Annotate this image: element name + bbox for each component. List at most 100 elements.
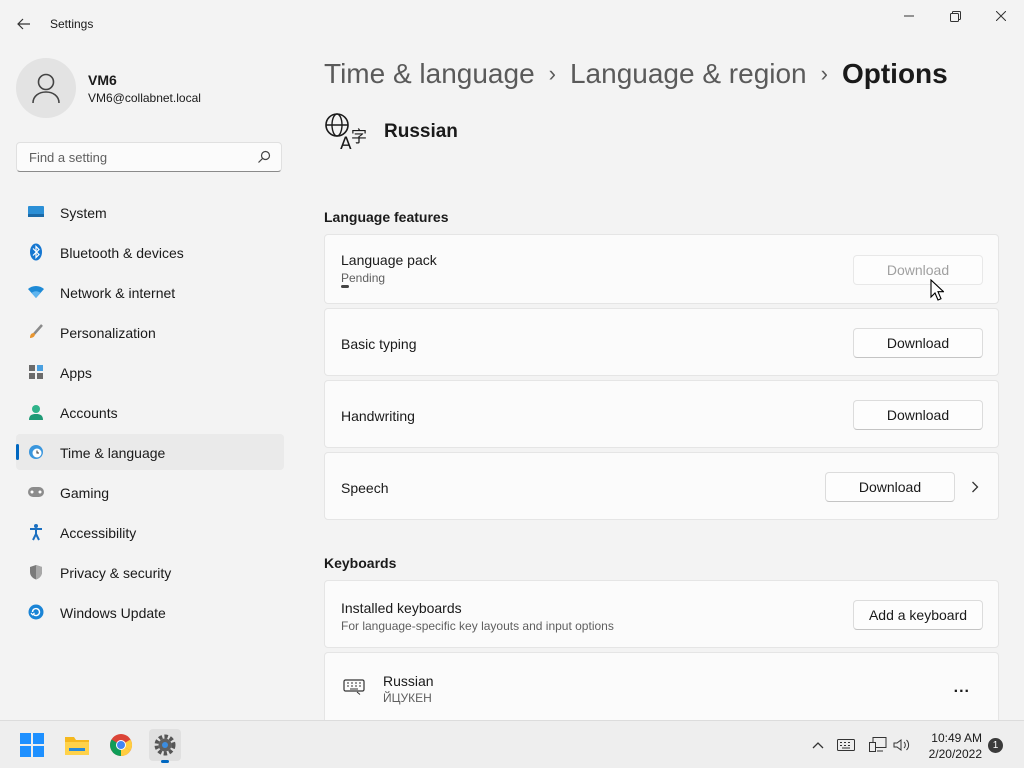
language-icon: A 字 — [325, 113, 366, 152]
chevron-right-icon[interactable] — [965, 477, 985, 497]
sidebar-item-network[interactable]: Network & internet — [16, 274, 284, 310]
sidebar-item-windows-update[interactable]: Windows Update — [16, 594, 284, 630]
feature-title: Handwriting — [341, 408, 415, 424]
keyboard-name: Russian — [383, 673, 434, 689]
add-keyboard-button[interactable]: Add a keyboard — [853, 600, 983, 630]
sidebar-item-system[interactable]: System — [16, 194, 284, 230]
person-icon — [32, 73, 60, 104]
sidebar-item-bluetooth[interactable]: Bluetooth & devices — [16, 234, 284, 270]
chevron-right-icon: › — [548, 61, 556, 86]
feature-card-language-pack: Language pack Pending Download — [324, 234, 999, 304]
settings-taskbar-button[interactable] — [149, 729, 181, 763]
search-icon — [257, 150, 271, 169]
feature-title: Language pack — [341, 252, 437, 268]
language-pack-download-button[interactable]: Download — [853, 255, 983, 285]
close-button[interactable] — [978, 0, 1024, 32]
wifi-icon — [27, 284, 45, 300]
mouse-cursor-icon — [930, 278, 945, 306]
language-name: Russian — [384, 121, 458, 142]
clock-time: 10:49 AM — [931, 731, 982, 745]
breadcrumb-time-language[interactable]: Time & language — [324, 58, 535, 90]
network-icon — [869, 737, 887, 752]
restore-button[interactable] — [932, 0, 978, 32]
sidebar-item-apps[interactable]: Apps — [16, 354, 284, 390]
sidebar-item-gaming[interactable]: Gaming — [16, 474, 284, 510]
keyboard-layout: ЙЦУКЕН — [383, 691, 432, 705]
sidebar-item-label: Network & internet — [60, 285, 176, 301]
minimize-icon — [904, 15, 914, 17]
sidebar-item-label: Personalization — [60, 325, 156, 341]
start-icon — [20, 733, 44, 757]
active-indicator — [16, 444, 19, 460]
settings-icon — [154, 734, 176, 756]
handwriting-download-button[interactable]: Download — [853, 400, 983, 430]
start-button[interactable] — [16, 729, 48, 761]
sidebar-item-label: Time & language — [60, 445, 166, 461]
system-clock[interactable]: 10:49 AM 2/20/2022 — [918, 730, 982, 762]
clock-globe-icon — [27, 444, 45, 460]
feature-card-handwriting: Handwriting Download — [324, 380, 999, 448]
back-button[interactable] — [14, 14, 34, 34]
sidebar-item-label: Windows Update — [60, 605, 166, 621]
more-options-button[interactable]: ... — [954, 679, 970, 697]
search-box[interactable] — [16, 142, 282, 172]
brush-icon — [27, 324, 45, 340]
svg-text:字: 字 — [351, 127, 366, 146]
breadcrumb-language-region[interactable]: Language & region — [570, 58, 807, 90]
avatar — [16, 58, 76, 118]
speech-download-button[interactable]: Download — [825, 472, 955, 502]
sidebar-item-label: Gaming — [60, 485, 110, 501]
chrome-button[interactable] — [105, 729, 137, 761]
notification-badge[interactable]: 1 — [988, 738, 1003, 753]
chevron-right-icon: › — [820, 61, 828, 86]
sidebar-item-label: Privacy & security — [60, 565, 172, 581]
sidebar-item-accounts[interactable]: Accounts — [16, 394, 284, 430]
feature-title: Speech — [341, 480, 389, 496]
title-bar: Settings — [0, 0, 1024, 48]
user-profile[interactable]: VM6 VM6@collabnet.local — [16, 58, 201, 118]
feature-status: Pending — [341, 271, 386, 285]
feature-card-speech[interactable]: Speech Download — [324, 452, 999, 520]
profile-name: VM6 — [88, 71, 117, 88]
sidebar-item-personalization[interactable]: Personalization — [16, 314, 284, 350]
keyboard-icon — [837, 739, 855, 751]
volume-icon — [893, 739, 910, 751]
chrome-icon — [110, 734, 132, 756]
active-app-indicator — [161, 760, 169, 763]
sidebar-item-time-language[interactable]: Time & language — [16, 434, 284, 470]
bluetooth-icon — [27, 243, 45, 261]
back-arrow-icon — [17, 18, 30, 30]
download-progress-bar — [341, 285, 349, 288]
volume-control[interactable] — [892, 735, 912, 755]
show-hidden-icons-button[interactable] — [808, 735, 828, 755]
system-icon — [27, 204, 45, 220]
restore-icon — [949, 10, 961, 22]
feature-title: Basic typing — [341, 336, 417, 352]
profile-email: VM6@collabnet.local — [88, 90, 201, 105]
clock-date: 2/20/2022 — [928, 747, 982, 761]
accounts-icon — [27, 404, 45, 420]
close-icon — [996, 11, 1006, 21]
sidebar-item-label: System — [60, 205, 107, 221]
apps-icon — [27, 364, 45, 380]
minimize-button[interactable] — [886, 0, 932, 32]
sidebar-item-label: Apps — [60, 365, 92, 381]
network-status[interactable] — [868, 735, 888, 755]
basic-typing-download-button[interactable]: Download — [853, 328, 983, 358]
sidebar-item-label: Accessibility — [60, 525, 137, 541]
sidebar-item-accessibility[interactable]: Accessibility — [16, 514, 284, 550]
sidebar-item-privacy[interactable]: Privacy & security — [16, 554, 284, 590]
accessibility-icon — [27, 524, 45, 541]
keyboard-icon — [343, 679, 365, 700]
shield-icon — [27, 564, 45, 580]
app-title: Settings — [50, 17, 94, 31]
file-explorer-button[interactable] — [61, 729, 93, 761]
installed-keyboards-card: Installed keyboards For language-specifi… — [324, 580, 999, 648]
breadcrumb: Time & language › Language & region › Op… — [324, 58, 948, 90]
sidebar-item-label: Accounts — [60, 405, 118, 421]
keyboard-item-russian: Russian ЙЦУКЕН ... — [324, 652, 999, 722]
input-indicator[interactable] — [836, 735, 856, 755]
chevron-up-icon — [812, 742, 824, 749]
search-input[interactable] — [27, 149, 251, 166]
section-keyboards: Keyboards — [324, 555, 397, 571]
